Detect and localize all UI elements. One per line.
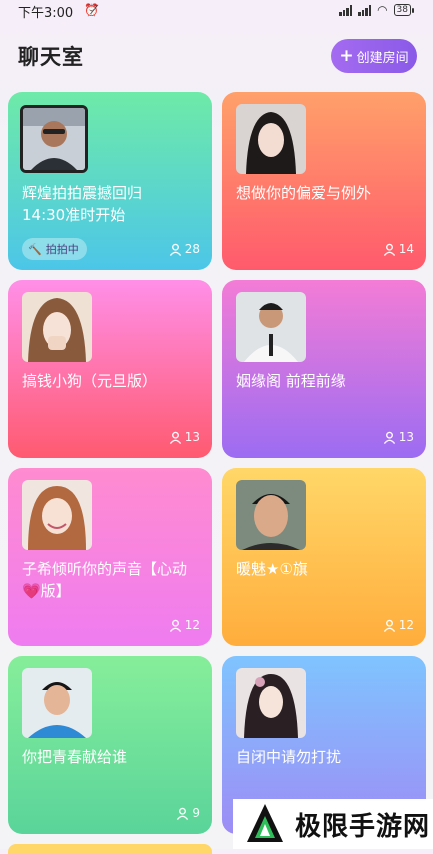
person-icon [169,431,181,444]
room-card[interactable]: 想做你的偏爱与例外 14 [222,92,426,270]
room-card[interactable]: 辉煌拍拍震撼回归 14:30准时开始 🔨 拍拍中 28 [8,92,212,270]
room-avatar [236,668,306,738]
person-icon [383,619,395,632]
member-count-value: 14 [398,242,414,256]
gavel-icon: 🔨 [28,242,42,256]
wifi-icon: ◠ [377,3,388,17]
room-avatar [22,292,92,362]
member-count-value: 12 [184,618,200,632]
watermark-text: 极限手游网 [295,811,431,842]
room-avatar [20,105,88,173]
create-room-button[interactable]: + 创建房间 [331,39,417,73]
status-bar: 下午3:00 ⏰̸ ◠ 38 [0,0,433,22]
person-icon [169,619,181,632]
room-name: 搞钱小狗（元旦版） [22,372,158,390]
badge-label: 拍拍中 [45,243,79,256]
person-icon [383,243,395,256]
member-count: 12 [383,618,414,632]
live-badge: 🔨 拍拍中 [22,238,87,260]
signal-icon [358,4,372,16]
member-count-value: 9 [192,806,200,820]
room-avatar [22,480,92,550]
room-card[interactable]: 姻缘阁 前程前缘 13 [222,280,426,458]
member-count: 13 [383,430,414,444]
room-card[interactable]: 子希倾听你的声音【心动💗版】 12 [8,468,212,646]
person-icon [169,243,181,256]
room-avatar [22,668,92,738]
room-card-peek[interactable] [8,844,212,854]
room-name: 你把青春献给谁 [22,748,128,766]
page-title: 聊天室 [18,45,84,69]
member-count-value: 13 [398,430,414,444]
room-name: 暖魅★①旗 [236,560,308,578]
member-count-value: 28 [184,242,200,256]
member-count-value: 12 [398,618,414,632]
room-card[interactable]: 你把青春献给谁 9 [8,656,212,834]
member-count: 12 [169,618,200,632]
status-icons: ◠ 38 [339,3,415,17]
alarm-off-icon: ⏰̸ [84,3,99,17]
room-avatar [236,104,306,174]
create-room-label: 创建房间 [356,50,409,66]
room-card[interactable]: 搞钱小狗（元旦版） 13 [8,280,212,458]
room-name: 想做你的偏爱与例外 [236,184,372,202]
member-count: 13 [169,430,200,444]
member-count: 9 [176,806,200,820]
battery-icon: 38 [393,4,415,16]
room-name: 子希倾听你的声音【心动💗版】 [22,560,188,600]
room-avatar [236,480,306,550]
member-count: 14 [383,242,414,256]
member-count-value: 13 [184,430,200,444]
member-count: 28 [169,242,200,256]
status-time: 下午3:00 [18,6,74,21]
room-card[interactable]: 暖魅★①旗 12 [222,468,426,646]
room-name: 姻缘阁 前程前缘 [236,372,346,390]
signal-icon [339,4,353,16]
room-name: 辉煌拍拍震撼回归 14:30准时开始 [22,184,143,224]
person-icon [383,431,395,444]
person-icon [177,807,189,820]
room-name: 自闭中请勿打扰 [236,748,342,766]
watermark-logo [247,804,283,842]
plus-icon: + [339,45,354,66]
room-avatar [236,292,306,362]
watermark: 极限手游网 [233,799,433,849]
